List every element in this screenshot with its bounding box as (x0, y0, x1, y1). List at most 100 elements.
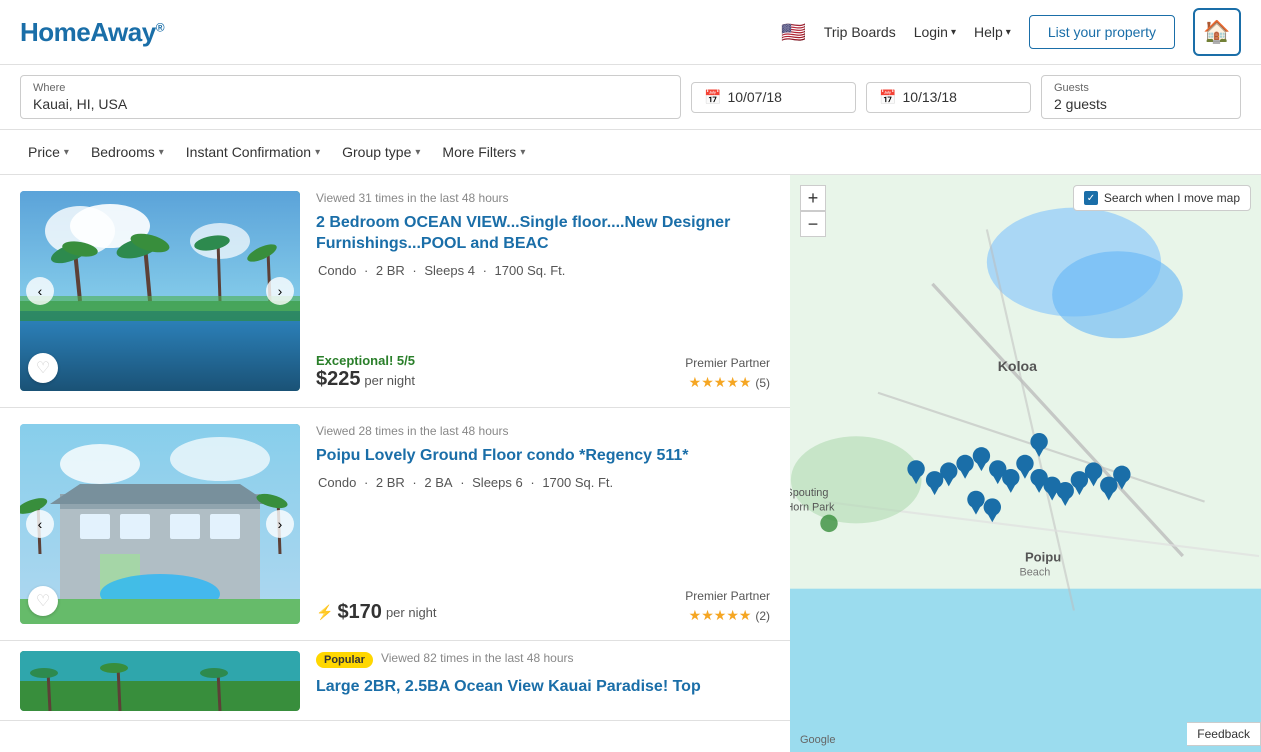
search-when-move-checkbox[interactable]: ✓ Search when I move map (1073, 185, 1251, 211)
group-type-arrow-icon: ▾ (415, 147, 420, 158)
listing-image-2 (20, 424, 300, 624)
listing-details: Condo · 2 BR · Sleeps 4 · 1700 Sq. Ft. (316, 263, 770, 278)
instant-confirmation-arrow-icon: ▾ (315, 147, 320, 158)
review-count-2: (2) (755, 609, 770, 623)
group-type-label: Group type (342, 144, 411, 160)
stars: ★★★★★ (689, 374, 752, 390)
viewed-text-3: Viewed 82 times in the last 48 hours (381, 651, 574, 665)
listing-footer-2: ⚡ $170 per night Premier Partner ★★★★★ (… (316, 589, 770, 624)
calendar-icon-2: 📅 (879, 89, 896, 106)
listing-title[interactable]: 2 Bedroom OCEAN VIEW...Single floor....N… (316, 213, 770, 255)
map-section: Koloa Spouting Horn Park Poipu Beach (790, 175, 1261, 752)
listing-image-wrap-3 (20, 651, 300, 711)
premier-partner-2: Premier Partner (685, 589, 770, 603)
google-watermark: Google (800, 734, 835, 746)
checkin-field[interactable]: 📅 10/07/18 (691, 82, 856, 113)
flag-icon[interactable]: 🇺🇸 (781, 20, 806, 45)
house-icon[interactable]: 🏠 (1193, 8, 1241, 56)
price-filter-label: Price (28, 144, 60, 160)
checkout-value: 10/13/18 (902, 89, 957, 105)
prev-image-button-2[interactable]: ‹ (26, 510, 54, 538)
login-dropdown[interactable]: Login ▾ (914, 24, 956, 40)
svg-text:Koloa: Koloa (998, 358, 1037, 374)
svg-text:Poipu: Poipu (1025, 549, 1061, 564)
price-section-2: ⚡ $170 per night (316, 601, 437, 624)
prev-image-button[interactable]: ‹ (26, 277, 54, 305)
list-property-button[interactable]: List your property (1029, 15, 1175, 49)
favorite-button-2[interactable]: ♡ (28, 586, 58, 616)
listing-sqft-2: 1700 Sq. Ft. (542, 475, 613, 490)
dot2: · (412, 263, 420, 278)
zoom-in-button[interactable]: + (800, 185, 826, 211)
zoom-out-button[interactable]: − (800, 211, 826, 237)
listing-type-2: Condo (318, 475, 356, 490)
listing-title-3[interactable]: Large 2BR, 2.5BA Ocean View Kauai Paradi… (316, 677, 770, 698)
help-dropdown[interactable]: Help ▾ (974, 24, 1011, 40)
partner-section-2: Premier Partner ★★★★★ (2) (685, 589, 770, 624)
help-arrow-icon: ▾ (1006, 27, 1011, 38)
listing-info-3: Popular Viewed 82 times in the last 48 h… (316, 651, 770, 710)
listing-title-2[interactable]: Poipu Lovely Ground Floor condo *Regency… (316, 446, 770, 467)
trip-boards-link[interactable]: Trip Boards (824, 24, 896, 40)
price-per: per night (364, 373, 415, 388)
more-filters-arrow-icon: ▾ (520, 147, 525, 158)
logo-superscript: ® (156, 20, 164, 34)
third-card-top: Popular Viewed 82 times in the last 48 h… (316, 651, 770, 669)
where-label: Where (33, 82, 668, 94)
feedback-button[interactable]: Feedback (1187, 722, 1261, 746)
instant-confirmation-label: Instant Confirmation (186, 144, 311, 160)
listing-image-wrap: ‹ › ♡ (20, 191, 300, 391)
search-when-move-label: Search when I move map (1104, 191, 1240, 205)
bedrooms-arrow-icon: ▾ (159, 147, 164, 158)
listing-card-3: Popular Viewed 82 times in the last 48 h… (0, 641, 790, 721)
price-filter[interactable]: Price ▾ (20, 140, 77, 164)
listing-sleeps-2: Sleeps 6 (472, 475, 523, 490)
header-nav: 🇺🇸 Trip Boards Login ▾ Help ▾ List your … (781, 8, 1241, 56)
bedrooms-filter[interactable]: Bedrooms ▾ (83, 140, 172, 164)
guests-field[interactable]: Guests 2 guests (1041, 75, 1241, 119)
listing-info: Viewed 31 times in the last 48 hours 2 B… (316, 191, 770, 391)
checkout-field[interactable]: 📅 10/13/18 (866, 82, 1031, 113)
login-label: Login (914, 24, 948, 40)
svg-text:Horn Park: Horn Park (790, 501, 835, 513)
stars-row-2: ★★★★★ (2) (689, 607, 770, 624)
where-field[interactable]: Where Kauai, HI, USA (20, 75, 681, 119)
help-label: Help (974, 24, 1003, 40)
where-value: Kauai, HI, USA (33, 96, 668, 112)
svg-text:Spouting: Spouting (790, 487, 828, 499)
checkbox-checked-icon: ✓ (1084, 191, 1098, 205)
main-content: ‹ › ♡ Viewed 31 times in the last 48 hou… (0, 175, 1261, 752)
listing-details-2: Condo · 2 BR · 2 BA · Sleeps 6 · 1700 Sq… (316, 475, 770, 490)
calendar-icon: 📅 (704, 89, 721, 106)
guests-label: Guests (1054, 82, 1228, 94)
logo-text: HomeAway (20, 17, 156, 47)
listing-image-1 (20, 191, 300, 391)
guests-value: 2 guests (1054, 96, 1228, 112)
dot3: · (483, 263, 491, 278)
premier-partner: Premier Partner (685, 356, 770, 370)
more-filters-filter[interactable]: More Filters ▾ (434, 140, 533, 164)
listing-footer: Exceptional! 5/5 $225 per night Premier … (316, 353, 770, 391)
listing-card: ‹ › ♡ Viewed 31 times in the last 48 hou… (0, 175, 790, 408)
next-image-button[interactable]: › (266, 277, 294, 305)
listing-bedrooms: 2 BR (376, 263, 405, 278)
dot1: · (364, 263, 372, 278)
listings-panel: ‹ › ♡ Viewed 31 times in the last 48 hou… (0, 175, 790, 752)
listing-card: ‹ › ♡ Viewed 28 times in the last 48 hou… (0, 408, 790, 641)
svg-text:Beach: Beach (1020, 567, 1051, 579)
partner-section: Premier Partner ★★★★★ (5) (685, 356, 770, 391)
favorite-button[interactable]: ♡ (28, 353, 58, 383)
more-filters-label: More Filters (442, 144, 516, 160)
next-image-button-2[interactable]: › (266, 510, 294, 538)
price-2: $170 (337, 601, 382, 624)
price-row: $225 per night (316, 368, 415, 391)
group-type-filter[interactable]: Group type ▾ (334, 140, 428, 164)
listing-sqft: 1700 Sq. Ft. (495, 263, 566, 278)
stars-row: ★★★★★ (5) (689, 374, 770, 391)
bedrooms-filter-label: Bedrooms (91, 144, 155, 160)
instant-confirmation-filter[interactable]: Instant Confirmation ▾ (178, 140, 328, 164)
listing-image-wrap-2: ‹ › ♡ (20, 424, 300, 624)
listing-sleeps: Sleeps 4 (424, 263, 475, 278)
logo[interactable]: HomeAway® (20, 17, 164, 48)
viewed-text-2: Viewed 28 times in the last 48 hours (316, 424, 770, 438)
